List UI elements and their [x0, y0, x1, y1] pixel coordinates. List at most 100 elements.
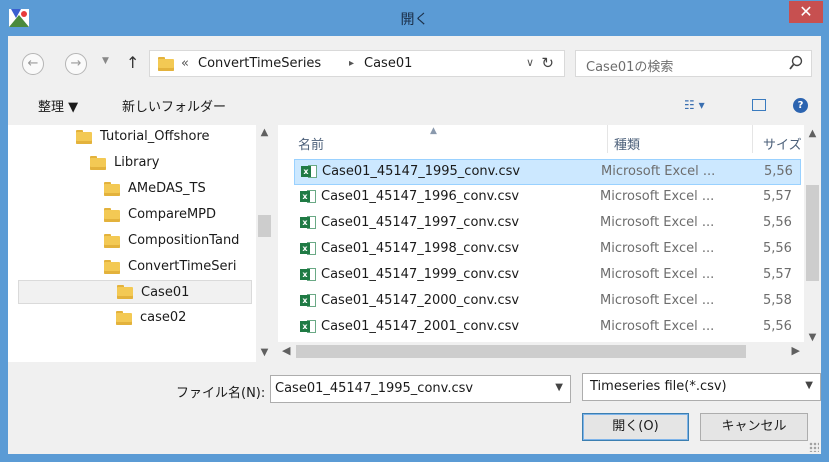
file-type: Microsoft Excel ...: [600, 267, 715, 282]
window-title: 開く: [400, 12, 429, 28]
breadcrumb-separator[interactable]: ▸: [349, 58, 354, 69]
search-input[interactable]: Case01の検索: [586, 56, 673, 75]
file-row[interactable]: x Case01_45147_2000_conv.csv Microsoft E…: [294, 289, 801, 315]
new-folder-button[interactable]: 新しいフォルダー: [122, 96, 226, 115]
navigation-scrollbar[interactable]: ▲ ▼: [256, 125, 273, 362]
filename-combobox[interactable]: Case01_45147_1995_conv.csv ▼: [270, 375, 571, 403]
horizontal-scrollbar[interactable]: ◀ ▶: [278, 342, 804, 362]
column-header-type[interactable]: 種類: [614, 134, 640, 153]
recent-locations-dropdown[interactable]: ▼: [102, 56, 109, 66]
file-row[interactable]: x Case01_45147_1998_conv.csv Microsoft E…: [294, 237, 801, 263]
tree-item-label: CompositionTand: [128, 233, 240, 248]
tree-item-case02[interactable]: case02: [116, 306, 254, 330]
scroll-down-icon[interactable]: ▼: [804, 332, 821, 343]
tree-item-label: Tutorial_Offshore: [100, 129, 210, 144]
tree-item-label: AMeDAS_TS: [128, 181, 206, 196]
file-row[interactable]: x Case01_45147_1997_conv.csv Microsoft E…: [294, 211, 801, 237]
file-list-scrollbar[interactable]: ▲ ▼: [804, 125, 821, 362]
file-type: Microsoft Excel ...: [600, 319, 715, 334]
tree-item-converttimeseries[interactable]: ConvertTimeSeri: [104, 255, 254, 279]
tree-item-label: CompareMPD: [128, 207, 217, 222]
breadcrumb-converttimeseries[interactable]: ConvertTimeSeries: [198, 56, 321, 71]
scroll-left-icon[interactable]: ◀: [282, 344, 290, 357]
file-row[interactable]: x Case01_45147_2001_conv.csv Microsoft E…: [294, 315, 801, 341]
column-divider[interactable]: [752, 125, 753, 153]
file-row[interactable]: x Case01_45147_1995_conv.csv Microsoft E…: [294, 159, 801, 185]
organize-button[interactable]: 整理 ▼: [38, 96, 78, 115]
file-type: Microsoft Excel ...: [600, 241, 715, 256]
file-name: Case01_45147_1996_conv.csv: [321, 189, 520, 204]
chevron-down-icon[interactable]: ▼: [805, 380, 813, 391]
folder-icon: [116, 311, 132, 325]
column-header-name[interactable]: 名前: [298, 134, 324, 153]
file-type: Microsoft Excel ...: [600, 189, 715, 204]
refresh-icon[interactable]: ↻: [541, 54, 554, 72]
file-size: 5,56: [764, 164, 793, 179]
excel-csv-icon: x: [300, 294, 316, 308]
scroll-thumb[interactable]: [806, 185, 819, 281]
breadcrumb-overflow[interactable]: «: [181, 56, 189, 71]
filename-label: ファイル名(N):: [176, 386, 266, 401]
file-size: 5,56: [763, 215, 792, 230]
file-type: Microsoft Excel ...: [601, 164, 716, 179]
folder-icon: [158, 57, 174, 71]
resize-grip[interactable]: [809, 442, 819, 452]
tree-item-comparempd[interactable]: CompareMPD: [104, 203, 254, 227]
navigation-pane: Tutorial_Offshore Library AMeDAS_TS Comp…: [8, 125, 273, 362]
folder-icon: [104, 208, 120, 222]
tree-item-library[interactable]: Library: [90, 151, 254, 175]
excel-csv-icon: x: [300, 190, 316, 204]
file-size: 5,58: [763, 293, 792, 308]
file-row[interactable]: x Case01_45147_1996_conv.csv Microsoft E…: [294, 185, 801, 211]
breadcrumb-case01[interactable]: Case01: [364, 56, 412, 71]
folder-icon: [104, 182, 120, 196]
cancel-button[interactable]: キャンセル: [700, 413, 808, 441]
open-button[interactable]: 開く(O): [582, 413, 689, 441]
forward-button[interactable]: →: [65, 53, 87, 75]
tree-item-label: Library: [114, 155, 160, 170]
filetype-value: Timeseries file(*.csv): [590, 379, 727, 394]
file-size: 5,57: [763, 189, 792, 204]
excel-csv-icon: x: [300, 216, 316, 230]
close-button[interactable]: ✕: [789, 1, 823, 23]
column-divider[interactable]: [607, 125, 608, 153]
tree-item-compositiontand[interactable]: CompositionTand: [104, 229, 254, 253]
excel-csv-icon: x: [300, 242, 316, 256]
tree-item-label: case02: [140, 310, 187, 325]
tree-item-label: ConvertTimeSeri: [128, 259, 237, 274]
chevron-down-icon[interactable]: ▼: [555, 382, 563, 393]
scroll-right-icon[interactable]: ▶: [792, 344, 800, 357]
view-options-icon[interactable]: ☷ ▾: [684, 98, 705, 112]
scroll-up-icon[interactable]: ▲: [804, 128, 821, 139]
tree-item-tutorial-offshore[interactable]: Tutorial_Offshore: [76, 125, 254, 149]
file-name: Case01_45147_2001_conv.csv: [321, 319, 520, 334]
scroll-thumb[interactable]: [258, 215, 271, 237]
column-header-size[interactable]: サイズ: [763, 134, 802, 153]
help-icon[interactable]: ?: [793, 98, 808, 113]
address-bar[interactable]: « ConvertTimeSeries ▸ Case01 ∨ ↻: [149, 50, 565, 77]
filename-input[interactable]: Case01_45147_1995_conv.csv: [275, 381, 473, 396]
folder-icon: [90, 156, 106, 170]
tree-item-amedas-ts[interactable]: AMeDAS_TS: [104, 177, 254, 201]
filetype-select[interactable]: Timeseries file(*.csv) ▼: [582, 373, 821, 401]
scroll-up-icon[interactable]: ▲: [256, 127, 273, 138]
file-row[interactable]: x Case01_45147_1999_conv.csv Microsoft E…: [294, 263, 801, 289]
excel-csv-icon: x: [300, 268, 316, 282]
up-folder-button[interactable]: ↑: [126, 53, 139, 72]
scroll-down-icon[interactable]: ▼: [256, 347, 273, 358]
folder-icon: [104, 234, 120, 248]
folder-icon: [104, 260, 120, 274]
back-button[interactable]: ←: [22, 53, 44, 75]
open-dialog: 開く ✕ ← → ▼ ↑ « ConvertTimeSeries ▸ Case0…: [0, 0, 829, 462]
file-name: Case01_45147_2000_conv.csv: [321, 293, 520, 308]
file-type: Microsoft Excel ...: [600, 215, 715, 230]
scroll-thumb[interactable]: [296, 345, 746, 358]
command-bar: 整理 ▼ 新しいフォルダー ☷ ▾ ?: [8, 89, 821, 121]
search-icon[interactable]: [789, 55, 803, 71]
search-box[interactable]: Case01の検索: [575, 50, 812, 77]
preview-pane-icon[interactable]: [752, 99, 766, 111]
address-dropdown-icon[interactable]: ∨: [526, 56, 534, 69]
title-bar[interactable]: 開く ✕: [0, 0, 829, 36]
file-size: 5,56: [763, 319, 792, 334]
tree-item-case01[interactable]: Case01: [18, 280, 252, 304]
